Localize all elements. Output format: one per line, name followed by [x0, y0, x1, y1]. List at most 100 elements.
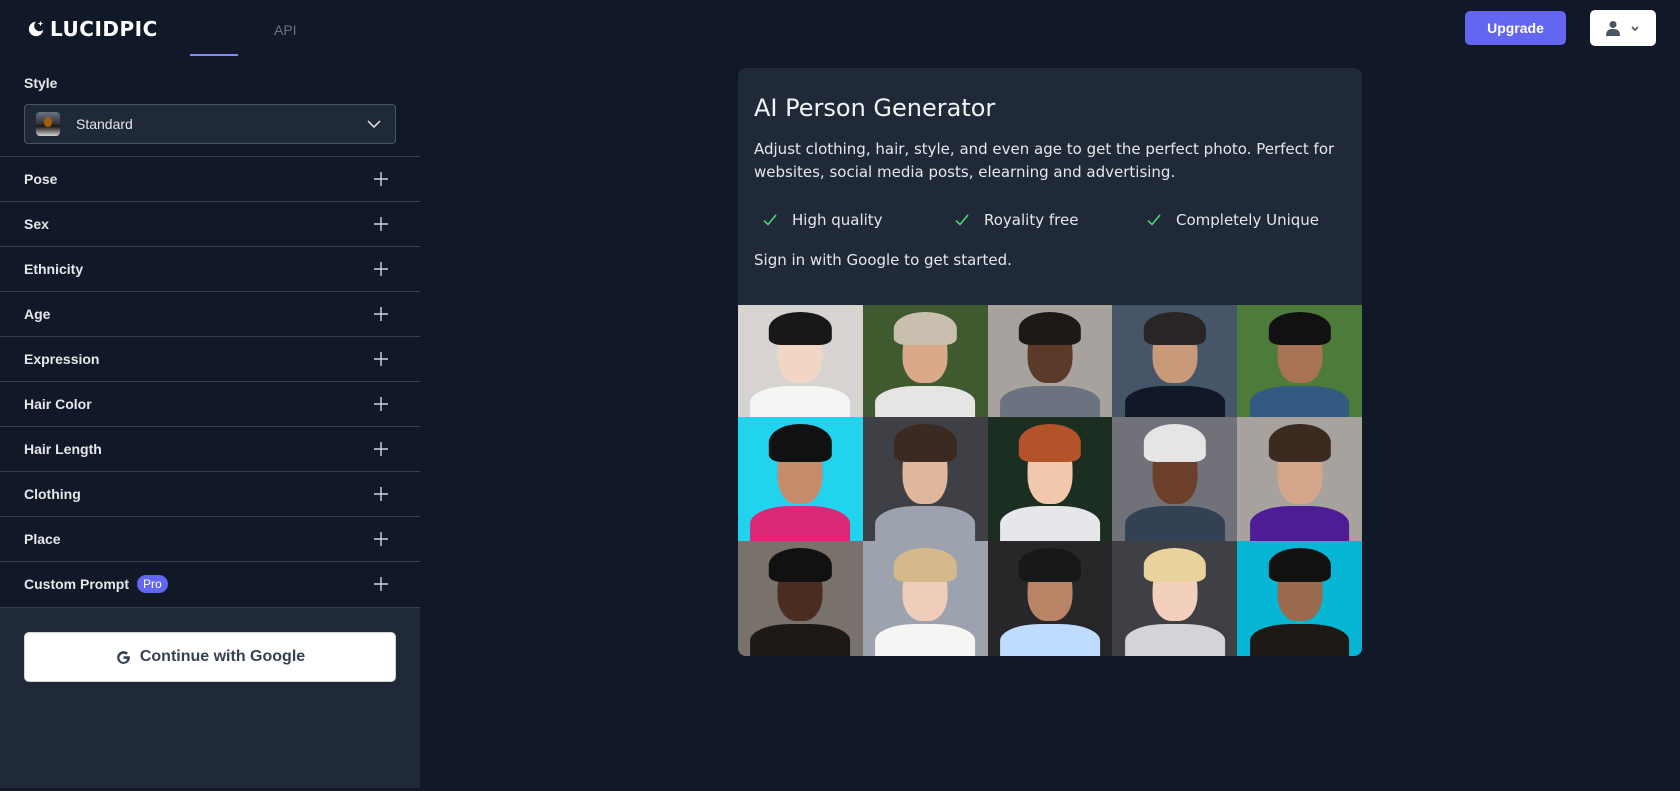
option-expression[interactable]: Expression	[0, 336, 420, 381]
sidebar: Style Standard Pose Sex Ethnicity Age Ex…	[0, 58, 420, 788]
option-label: Expression	[24, 351, 100, 367]
portrait-hair	[1268, 547, 1331, 583]
options-accordion: Pose Sex Ethnicity Age Expression Hair C…	[0, 156, 420, 606]
check-icon	[955, 214, 969, 226]
portrait-clothing	[1000, 385, 1100, 417]
style-label: Style	[24, 75, 58, 91]
feature-list: High quality Royality free Completely Un…	[762, 211, 1352, 229]
portrait-hair	[1018, 311, 1082, 346]
generator-card: AI Person Generator Adjust clothing, hai…	[738, 68, 1362, 656]
portrait-hair	[1143, 547, 1206, 583]
plus-icon[interactable]	[373, 261, 389, 277]
portrait-clothing	[750, 623, 851, 656]
portrait-clothing	[750, 385, 851, 417]
portrait-hair	[1143, 311, 1206, 346]
plus-icon[interactable]	[373, 216, 389, 232]
option-label: Clothing	[24, 486, 81, 502]
portrait-clothing	[1000, 623, 1100, 656]
option-custom-prompt[interactable]: Custom Prompt Pro	[0, 561, 420, 606]
option-pose[interactable]: Pose	[0, 156, 420, 201]
option-label: Custom Prompt Pro	[24, 575, 373, 593]
logo[interactable]: LUCIDPIC	[27, 17, 158, 41]
plus-icon[interactable]	[373, 351, 389, 367]
option-ethnicity[interactable]: Ethnicity	[0, 246, 420, 291]
option-label: Hair Color	[24, 396, 92, 412]
moon-star-icon	[28, 20, 44, 37]
gallery-image-black-man-grey-suit	[987, 305, 1113, 417]
feature-text: High quality	[792, 211, 883, 229]
user-icon	[1606, 21, 1620, 36]
gallery-image-blonde-woman-white-blazer	[862, 541, 988, 656]
page-title: AI Person Generator	[754, 94, 996, 122]
portrait-hair	[893, 311, 957, 346]
tab-api[interactable]: API	[274, 22, 297, 38]
google-button-label: Continue with Google	[139, 648, 306, 665]
check-icon	[1147, 214, 1161, 226]
signin-prompt: Sign in with Google to get started.	[754, 251, 1012, 269]
option-age[interactable]: Age	[0, 291, 420, 336]
gallery-image-woman-colorful-makeup	[738, 417, 863, 541]
tab-active-indicator[interactable]	[190, 54, 238, 56]
portrait-clothing	[1124, 506, 1225, 541]
sidebar-footer: Continue with Google	[0, 607, 420, 788]
portrait-hair	[1268, 311, 1331, 346]
plus-icon[interactable]	[373, 531, 389, 547]
gallery-image-men-embroidered-jacket-cyan	[1237, 541, 1362, 656]
portrait-hair	[1018, 547, 1082, 583]
option-label-text: Custom Prompt	[24, 576, 129, 592]
gallery-image-older-man-white-blazer	[862, 305, 988, 417]
option-label: Sex	[24, 216, 49, 232]
continue-with-google-button[interactable]: Continue with Google	[24, 632, 396, 682]
gallery-image-bearded-man-green-bg	[1237, 305, 1362, 417]
portrait-clothing	[1124, 385, 1225, 417]
gallery-image-asian-woman-white-lace	[738, 305, 863, 417]
portrait-hair	[1143, 424, 1206, 462]
feature-text: Completely Unique	[1176, 211, 1320, 229]
option-clothing[interactable]: Clothing	[0, 471, 420, 516]
portrait-hair	[769, 547, 832, 583]
plus-icon[interactable]	[373, 396, 389, 412]
style-value: Standard	[76, 116, 133, 132]
option-hair-length[interactable]: Hair Length	[0, 426, 420, 471]
style-thumbnail	[36, 112, 60, 136]
gallery-image-black-woman-curly-hair	[738, 541, 863, 656]
plus-icon[interactable]	[373, 171, 389, 187]
top-header: LUCIDPIC API Upgrade	[0, 0, 1680, 58]
style-dropdown[interactable]: Standard	[24, 104, 396, 144]
plus-icon[interactable]	[373, 306, 389, 322]
option-place[interactable]: Place	[0, 516, 420, 561]
user-menu-button[interactable]	[1590, 10, 1656, 46]
portrait-clothing	[1249, 506, 1350, 541]
gallery-image-asian-woman-grey-blazer	[862, 417, 988, 541]
feature-text: Royality free	[984, 211, 1079, 229]
plus-icon[interactable]	[373, 576, 389, 592]
google-icon	[116, 650, 130, 664]
gallery-image-man-light-blue-shirt	[987, 541, 1113, 656]
logo-text: LUCIDPIC	[50, 17, 158, 41]
portrait-hair	[893, 424, 957, 462]
chevron-down-icon	[1631, 26, 1639, 32]
portrait-clothing	[1249, 623, 1350, 656]
portrait-hair	[769, 311, 832, 346]
portrait-hair	[769, 424, 832, 462]
portrait-clothing	[1000, 506, 1100, 541]
option-sex[interactable]: Sex	[0, 201, 420, 246]
portrait-clothing	[1124, 623, 1225, 656]
option-label: Age	[24, 306, 51, 322]
gallery-image-older-asian-man	[1112, 305, 1238, 417]
option-label: Ethnicity	[24, 261, 84, 277]
feature-item: Completely Unique	[1146, 211, 1346, 229]
option-hair-color[interactable]: Hair Color	[0, 381, 420, 426]
option-label: Pose	[24, 171, 58, 187]
plus-icon[interactable]	[373, 486, 389, 502]
feature-item: High quality	[762, 211, 954, 229]
plus-icon[interactable]	[373, 441, 389, 457]
upgrade-button[interactable]: Upgrade	[1465, 11, 1566, 45]
portrait-hair	[1018, 424, 1082, 462]
gallery-image-redhead-woman-bokeh	[987, 417, 1113, 541]
option-label: Hair Length	[24, 441, 102, 457]
portrait-hair	[893, 547, 957, 583]
gallery-image-older-black-man-mustache	[1112, 417, 1238, 541]
option-label: Place	[24, 531, 61, 547]
sample-gallery	[738, 305, 1362, 656]
